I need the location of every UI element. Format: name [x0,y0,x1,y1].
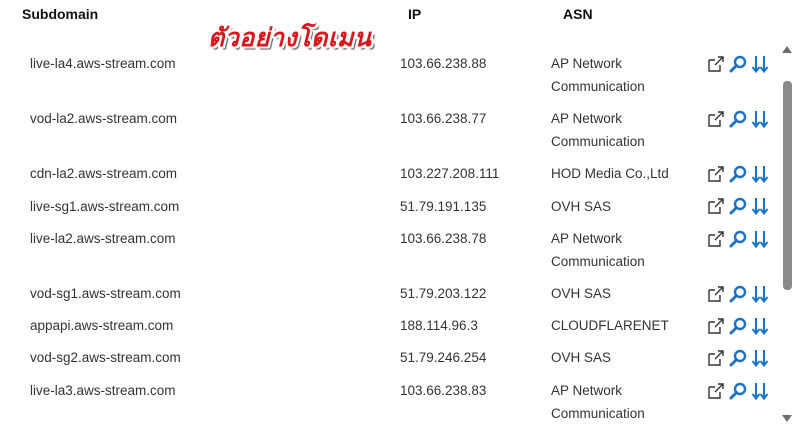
search-icon[interactable] [728,164,748,184]
row-actions [706,284,770,304]
row-actions [706,348,770,368]
subdomain-cell: cdn-la2.aws-stream.com [30,166,178,181]
row-actions [706,229,770,249]
external-link-icon[interactable] [706,196,726,216]
search-icon[interactable] [728,348,748,368]
row-actions [706,381,770,401]
sort-down-icon[interactable] [750,381,770,401]
row-actions [706,164,770,184]
subdomain-cell: vod-sg2.aws-stream.com [30,350,181,365]
subdomain-cell: live-sg1.aws-stream.com [30,199,180,214]
subdomain-cell: live-la4.aws-stream.com [30,56,176,71]
search-icon[interactable] [728,316,748,336]
external-link-icon[interactable] [706,54,726,74]
ip-cell: 103.66.238.78 [400,231,487,246]
scroll-up-button[interactable] [782,46,792,53]
search-icon[interactable] [728,229,748,249]
sort-down-icon[interactable] [750,164,770,184]
sort-down-icon[interactable] [750,284,770,304]
external-link-icon[interactable] [706,164,726,184]
asn-cell: AP Network Communication [551,231,645,269]
search-icon[interactable] [728,196,748,216]
asn-cell: CLOUDFLARENET [551,318,669,333]
sort-down-icon[interactable] [750,54,770,74]
subdomain-header: Subdomain [22,6,99,22]
ip-cell: 51.79.203.122 [400,286,487,301]
ip-header: IP [408,6,422,22]
asn-cell: AP Network Communication [551,111,645,149]
external-link-icon[interactable] [706,381,726,401]
sort-down-icon[interactable] [750,229,770,249]
subdomain-cell: vod-la2.aws-stream.com [30,111,178,126]
external-link-icon[interactable] [706,284,726,304]
scrollbar-thumb[interactable] [783,81,792,290]
ip-cell: 103.66.238.77 [400,111,487,126]
domain-example-overlay: ตัวอย่างโดเมน [208,23,372,52]
asn-header: ASN [563,6,593,22]
external-link-icon[interactable] [706,316,726,336]
ip-cell: 103.66.238.83 [400,383,487,398]
asn-cell: OVH SAS [551,199,612,214]
external-link-icon[interactable] [706,229,726,249]
ip-cell: 188.114.96.3 [400,318,478,333]
sort-down-icon[interactable] [750,196,770,216]
search-icon[interactable] [728,109,748,129]
sort-down-icon[interactable] [750,316,770,336]
row-actions [706,109,770,129]
ip-cell: 103.66.238.88 [400,56,487,71]
asn-cell: AP Network Communication [551,383,645,421]
asn-cell: OVH SAS [551,350,612,365]
scroll-down-button[interactable] [782,415,792,422]
sort-down-icon[interactable] [750,109,770,129]
search-icon[interactable] [728,54,748,74]
asn-cell: HOD Media Co.,Ltd [551,166,669,181]
asn-cell: OVH SAS [551,286,612,301]
search-icon[interactable] [728,284,748,304]
subdomain-cell: appapi.aws-stream.com [30,318,174,333]
subdomain-cell: live-la3.aws-stream.com [30,383,176,398]
ip-cell: 51.79.246.254 [400,350,487,365]
external-link-icon[interactable] [706,109,726,129]
subdomain-cell: vod-sg1.aws-stream.com [30,286,181,301]
row-actions [706,196,770,216]
search-icon[interactable] [728,381,748,401]
asn-cell: AP Network Communication [551,56,645,94]
external-link-icon[interactable] [706,348,726,368]
sort-down-icon[interactable] [750,348,770,368]
row-actions [706,54,770,74]
ip-cell: 103.227.208.111 [400,166,500,181]
ip-cell: 51.79.191.135 [400,199,487,214]
subdomain-cell: live-la2.aws-stream.com [30,231,176,246]
row-actions [706,316,770,336]
